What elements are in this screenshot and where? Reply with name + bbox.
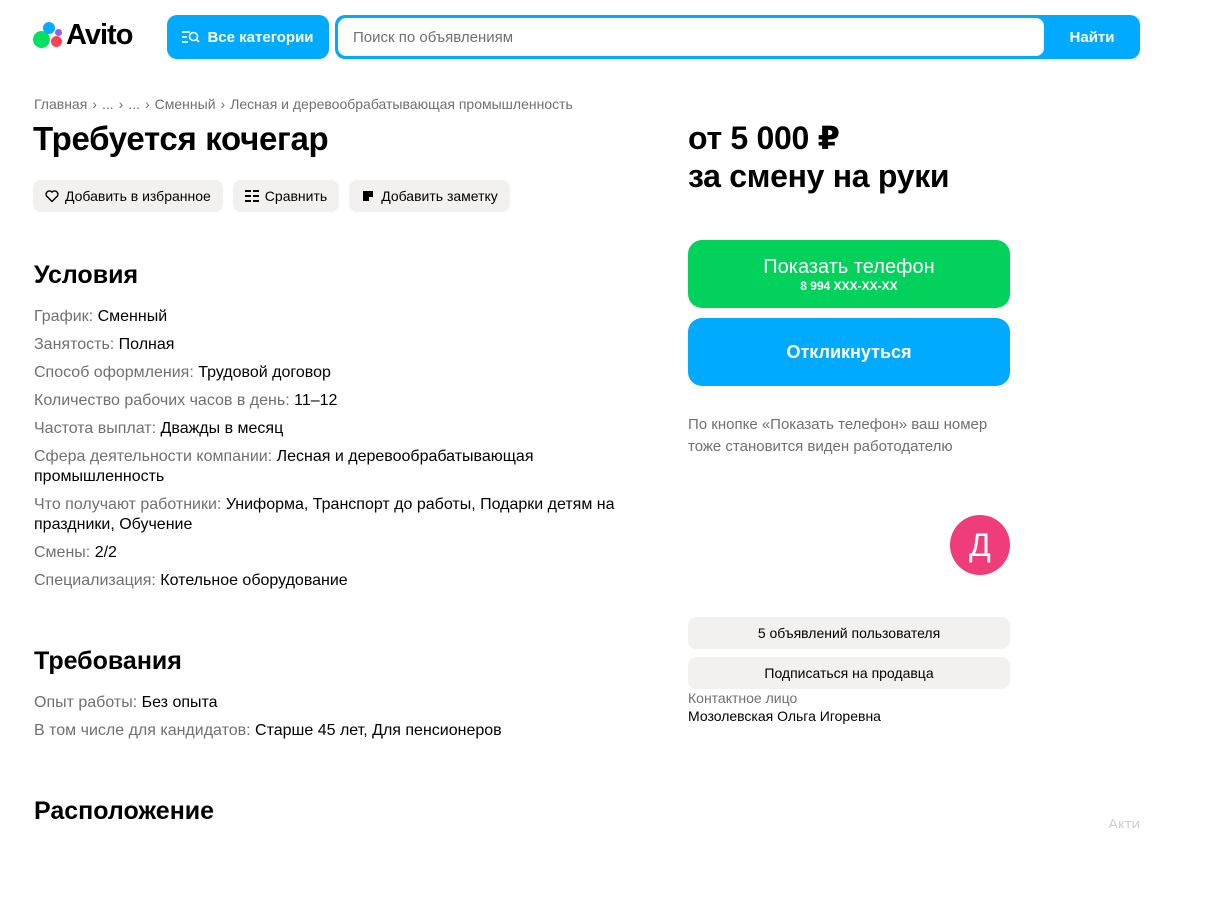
note-icon [363, 191, 374, 201]
contact-person-name[interactable]: Мозолевская Ольга Игоревна [688, 708, 881, 724]
param-value: Старше 45 лет, Для пенсионеров [255, 722, 502, 739]
user-listings-button[interactable]: 5 объявлений пользователя [688, 617, 1010, 649]
param-key: График: [34, 308, 94, 325]
categories-search-icon [182, 31, 201, 43]
masked-phone: 8 994 XXX-XX-XX [800, 279, 898, 293]
contact-person-label: Контактное лицо [688, 690, 798, 706]
param-key: Способ оформления: [34, 364, 194, 381]
requirements-list: Опыт работы: Без опыта В том числе для к… [34, 693, 634, 749]
faded-text: Акти [1108, 816, 1140, 828]
param-value: Без опыта [141, 694, 218, 711]
phone-visibility-note: По кнопке «Показать телефон» ваш номер т… [688, 416, 988, 455]
avatar[interactable]: Д [950, 515, 1010, 575]
condition-row: График: Сменный [34, 307, 634, 327]
param-key: Занятость: [34, 336, 115, 353]
breadcrumb-item-home[interactable]: Главная [34, 96, 87, 112]
search-input[interactable] [338, 18, 1044, 56]
condition-row: Что получают работники: Униформа, Трансп… [34, 495, 624, 535]
conditions-list: График: Сменный Занятость: Полная Способ… [34, 307, 634, 599]
param-value: Дважды в месяц [160, 420, 284, 437]
compare-icon [244, 190, 259, 202]
breadcrumb-item-industry[interactable]: Лесная и деревообрабатывающая промышленн… [230, 96, 573, 112]
all-categories-label: Все категории [207, 28, 314, 46]
condition-row: Специализация: Котельное оборудование [34, 571, 634, 591]
param-value: 11–12 [294, 392, 338, 409]
param-key: Специализация: [34, 572, 156, 589]
avito-logo[interactable]: Avito [33, 18, 133, 51]
param-key: Смены: [34, 544, 91, 561]
condition-row: Частота выплат: Дважды в месяц [34, 419, 634, 439]
breadcrumb: Главная › ... › ... › Сменный › Лесная и… [34, 96, 573, 112]
all-categories-button[interactable]: Все категории [167, 15, 329, 59]
listing-actions: Добавить в избранное Сравнить Добавить з… [33, 180, 510, 212]
conditions-heading: Условия [34, 261, 139, 289]
compare-button[interactable]: Сравнить [232, 180, 340, 212]
param-key: В том числе для кандидатов: [34, 722, 251, 739]
requirements-heading: Требования [34, 647, 182, 675]
breadcrumb-separator: › [118, 96, 124, 112]
param-value: Котельное оборудование [160, 572, 348, 589]
breadcrumb-item-ellipsis-1[interactable]: ... [102, 96, 114, 112]
heart-icon [45, 190, 59, 203]
breadcrumb-separator: › [144, 96, 150, 112]
breadcrumb-item-schedule[interactable]: Сменный [155, 96, 216, 112]
condition-row: Сфера деятельности компании: Лесная и де… [34, 447, 564, 487]
condition-row: Смены: 2/2 [34, 543, 634, 563]
condition-row: Количество рабочих часов в день: 11–12 [34, 391, 634, 411]
param-key: Частота выплат: [34, 420, 157, 437]
param-value: Сменный [97, 308, 168, 325]
logo-text: Avito [66, 18, 133, 51]
param-value: Трудовой договор [198, 364, 331, 381]
show-phone-button[interactable]: Показать телефон 8 994 XXX-XX-XX [688, 240, 1010, 308]
page-title: Требуется кочегар [33, 120, 329, 157]
compare-label: Сравнить [264, 188, 328, 204]
price-period: за смену на руки [688, 158, 950, 194]
param-key: Количество рабочих часов в день: [34, 392, 290, 409]
param-value: 2/2 [94, 544, 117, 561]
add-to-favorites-label: Добавить в избранное [65, 188, 211, 204]
param-value: Полная [118, 336, 175, 353]
salary-price: от 5 000 ₽ за смену на руки [688, 119, 950, 195]
param-key: Сфера деятельности компании: [34, 448, 273, 465]
requirement-row: Опыт работы: Без опыта [34, 693, 634, 713]
condition-row: Способ оформления: Трудовой договор [34, 363, 634, 383]
breadcrumb-separator: › [92, 96, 97, 112]
condition-row: Занятость: Полная [34, 335, 634, 355]
breadcrumb-separator: › [220, 96, 226, 112]
requirement-row: В том числе для кандидатов: Старше 45 ле… [34, 721, 634, 741]
logo-dots-icon [33, 20, 65, 50]
breadcrumb-item-ellipsis-2[interactable]: ... [128, 96, 140, 112]
respond-button[interactable]: Откликнуться [688, 318, 1010, 386]
add-note-button[interactable]: Добавить заметку [349, 180, 510, 212]
subscribe-seller-button[interactable]: Подписаться на продавца [688, 657, 1010, 689]
param-key: Что получают работники: [34, 496, 222, 513]
param-key: Опыт работы: [34, 694, 138, 711]
search-button[interactable]: Найти [1044, 15, 1140, 59]
price-amount: от 5 000 ₽ [688, 120, 840, 156]
show-phone-label: Показать телефон [763, 256, 935, 278]
add-note-label: Добавить заметку [381, 188, 498, 204]
add-to-favorites-button[interactable]: Добавить в избранное [33, 180, 223, 212]
location-heading: Расположение [34, 797, 215, 825]
search-bar: Найти [335, 15, 1140, 59]
